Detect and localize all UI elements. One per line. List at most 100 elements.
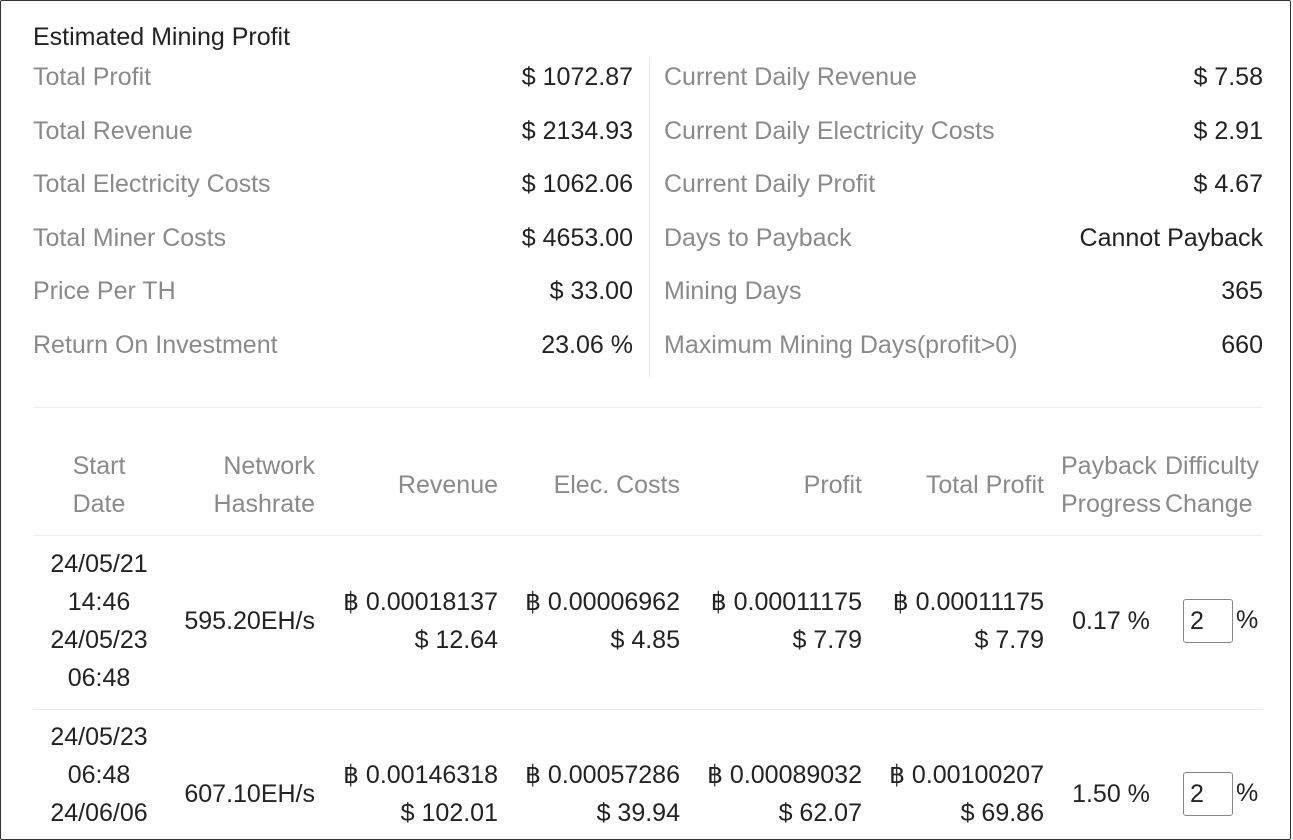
summary-row-total-miner-costs: Total Miner Costs $ 4653.00 bbox=[33, 218, 633, 258]
usd-value: $ 7.79 bbox=[792, 626, 862, 654]
summary-row-total-revenue: Total Revenue $ 2134.93 bbox=[33, 111, 633, 151]
summary-value: Cannot Payback bbox=[1079, 224, 1263, 252]
summary-value: 365 bbox=[1221, 277, 1263, 305]
cell-revenue: ฿ 0.00146318 $ 102.01 bbox=[315, 756, 498, 832]
btc-value: ฿ 0.00100207 bbox=[889, 761, 1044, 789]
cell-total-profit: ฿ 0.00011175 $ 7.79 bbox=[862, 583, 1044, 659]
summary-left-column: Total Profit $ 1072.87 Total Revenue $ 2… bbox=[33, 57, 633, 377]
summary-row-total-profit: Total Profit $ 1072.87 bbox=[33, 57, 633, 97]
cell-elec-costs: ฿ 0.00006962 $ 4.85 bbox=[498, 583, 680, 659]
btc-value: ฿ 0.00146318 bbox=[343, 761, 498, 789]
cell-revenue: ฿ 0.00018137 $ 12.64 bbox=[315, 583, 498, 659]
header-revenue: Revenue bbox=[397, 471, 498, 499]
btc-value: ฿ 0.00011175 bbox=[892, 588, 1044, 616]
summary-value: $ 33.00 bbox=[549, 277, 633, 305]
header-line: Change bbox=[1165, 490, 1253, 518]
summary-value: $ 1062.06 bbox=[521, 170, 633, 198]
summary-label: Current Daily Electricity Costs bbox=[664, 117, 995, 145]
summary-row-max-mining-days: Maximum Mining Days(profit>0) 660 bbox=[664, 325, 1263, 365]
usd-value: $ 102.01 bbox=[400, 799, 498, 827]
date-line: 24/05/23 bbox=[50, 626, 148, 654]
summary-label: Total Profit bbox=[33, 63, 152, 91]
cell-elec-costs: ฿ 0.00057286 $ 39.94 bbox=[498, 756, 680, 832]
cell-payback-progress: 0.17 % bbox=[1072, 607, 1150, 635]
header-line: Network bbox=[223, 452, 315, 480]
date-line: 06:48 bbox=[67, 761, 131, 789]
row-divider bbox=[33, 535, 1263, 536]
summary-row-mining-days: Mining Days 365 bbox=[664, 271, 1263, 311]
cell-start-date: 24/05/23 06:48 24/06/06 bbox=[33, 718, 165, 832]
summary-label: Total Revenue bbox=[33, 117, 193, 145]
cell-profit: ฿ 0.00011175 $ 7.79 bbox=[680, 583, 862, 659]
summary-label: Days to Payback bbox=[664, 224, 852, 252]
header-line: Date bbox=[72, 490, 126, 518]
row-divider bbox=[33, 709, 1263, 710]
summary-value: 660 bbox=[1221, 331, 1263, 359]
header-total-profit: Total Profit bbox=[925, 471, 1044, 499]
summary-label: Total Electricity Costs bbox=[33, 170, 271, 198]
summary-value: $ 2.91 bbox=[1193, 117, 1263, 145]
date-line: 24/05/21 bbox=[50, 550, 148, 578]
cell-hashrate: 607.10EH/s bbox=[184, 780, 315, 808]
date-line: 06:48 bbox=[67, 664, 131, 692]
header-line: Hashrate bbox=[213, 490, 315, 518]
summary-value: $ 4.67 bbox=[1193, 170, 1263, 198]
percent-suffix: % bbox=[1236, 606, 1259, 634]
usd-value: $ 62.07 bbox=[778, 799, 862, 827]
difficulty-change-input[interactable] bbox=[1183, 772, 1233, 816]
summary-row-daily-profit: Current Daily Profit $ 4.67 bbox=[664, 164, 1263, 204]
usd-value: $ 7.79 bbox=[974, 626, 1044, 654]
cell-hashrate: 595.20EH/s bbox=[184, 607, 315, 635]
summary-label: Return On Investment bbox=[33, 331, 278, 359]
cell-profit: ฿ 0.00089032 $ 62.07 bbox=[680, 756, 862, 832]
cell-start-date: 24/05/21 14:46 24/05/23 06:48 bbox=[33, 545, 165, 697]
header-line: Start bbox=[72, 452, 126, 480]
summary-label: Total Miner Costs bbox=[33, 224, 227, 252]
summary-row-roi: Return On Investment 23.06 % bbox=[33, 325, 633, 365]
mining-profit-card: Estimated Mining Profit Total Profit $ 1… bbox=[0, 0, 1291, 840]
summary-value: 23.06 % bbox=[541, 331, 633, 359]
cell-payback-progress: 1.50 % bbox=[1072, 780, 1150, 808]
header-start-date: Start Date bbox=[33, 447, 165, 523]
header-payback-progress: Payback Progress bbox=[1061, 447, 1165, 523]
summary-value: $ 7.58 bbox=[1193, 63, 1263, 91]
usd-value: $ 39.94 bbox=[596, 799, 680, 827]
btc-value: ฿ 0.00057286 bbox=[525, 761, 680, 789]
summary-label: Mining Days bbox=[664, 277, 802, 305]
header-difficulty-change: Difficulty Change bbox=[1165, 447, 1263, 523]
usd-value: $ 4.85 bbox=[610, 626, 680, 654]
date-line: 24/05/23 bbox=[50, 723, 148, 751]
summary-row-daily-revenue: Current Daily Revenue $ 7.58 bbox=[664, 57, 1263, 97]
header-profit: Profit bbox=[803, 471, 862, 499]
btc-value: ฿ 0.00011175 bbox=[710, 588, 862, 616]
summary-label: Current Daily Profit bbox=[664, 170, 876, 198]
section-divider bbox=[33, 407, 1263, 408]
header-elec-costs: Elec. Costs bbox=[553, 471, 680, 499]
summary-value: $ 1072.87 bbox=[521, 63, 633, 91]
summary-row-price-per-th: Price Per TH $ 33.00 bbox=[33, 271, 633, 311]
usd-value: $ 69.86 bbox=[960, 799, 1044, 827]
summary-value: $ 2134.93 bbox=[521, 117, 633, 145]
btc-value: ฿ 0.00006962 bbox=[525, 588, 680, 616]
difficulty-change-input[interactable] bbox=[1183, 599, 1233, 643]
btc-value: ฿ 0.00018137 bbox=[343, 588, 498, 616]
profit-summary: Total Profit $ 1072.87 Total Revenue $ 2… bbox=[33, 57, 1263, 377]
header-line: Difficulty bbox=[1165, 452, 1260, 480]
summary-value: $ 4653.00 bbox=[521, 224, 633, 252]
column-divider bbox=[649, 57, 650, 377]
summary-row-daily-electricity: Current Daily Electricity Costs $ 2.91 bbox=[664, 111, 1263, 151]
header-line: Payback bbox=[1061, 452, 1157, 480]
percent-suffix: % bbox=[1236, 779, 1259, 807]
header-line: Progress bbox=[1061, 490, 1162, 518]
btc-value: ฿ 0.00089032 bbox=[707, 761, 862, 789]
date-line: 24/06/06 bbox=[50, 799, 148, 827]
summary-label: Price Per TH bbox=[33, 277, 176, 305]
usd-value: $ 12.64 bbox=[414, 626, 498, 654]
summary-label: Maximum Mining Days(profit>0) bbox=[664, 331, 1018, 359]
date-line: 14:46 bbox=[67, 588, 131, 616]
summary-right-column: Current Daily Revenue $ 7.58 Current Dai… bbox=[664, 57, 1263, 377]
cell-total-profit: ฿ 0.00100207 $ 69.86 bbox=[862, 756, 1044, 832]
header-hashrate: Network Hashrate bbox=[165, 447, 315, 523]
summary-label: Current Daily Revenue bbox=[664, 63, 917, 91]
summary-row-total-electricity: Total Electricity Costs $ 1062.06 bbox=[33, 164, 633, 204]
